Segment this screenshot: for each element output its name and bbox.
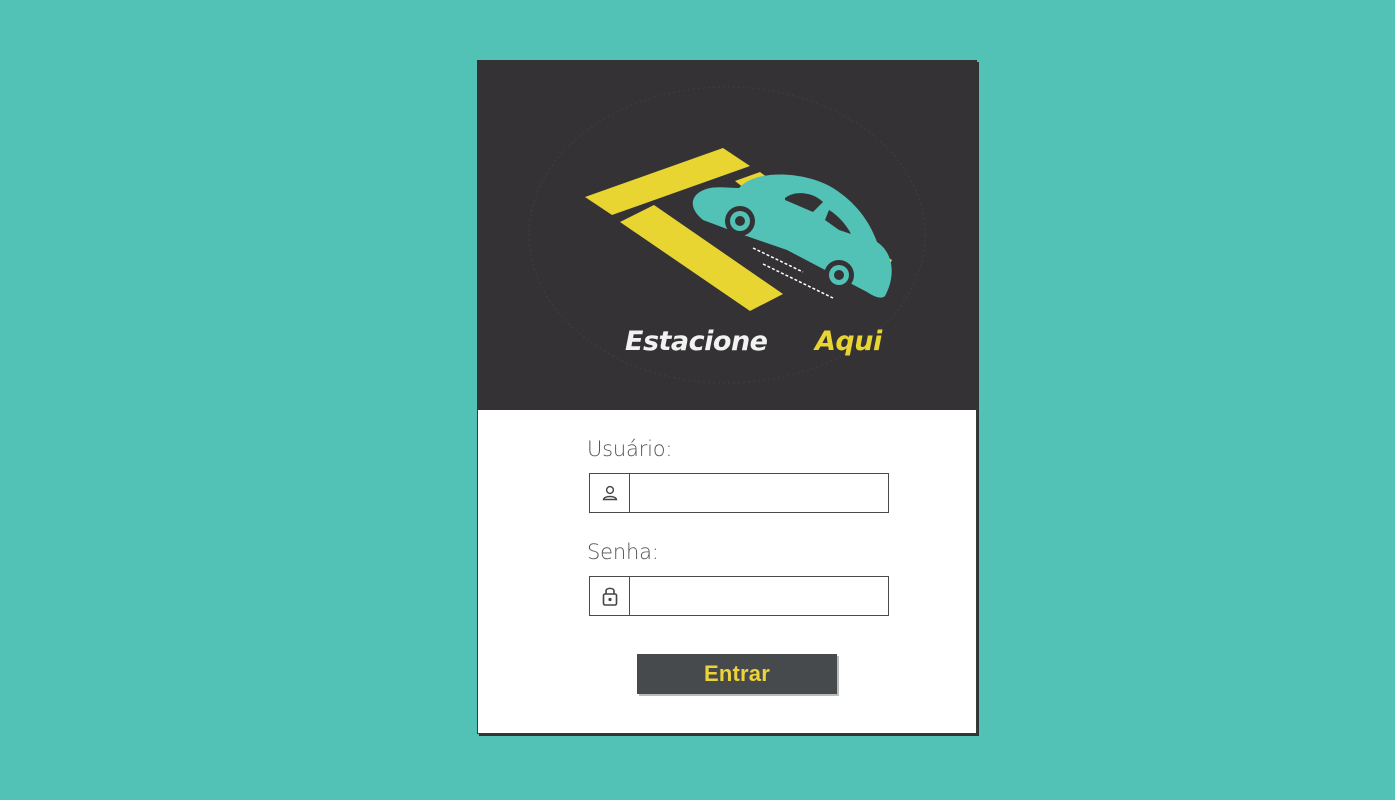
login-button[interactable]: Entrar (637, 654, 837, 694)
password-label: Senha: (587, 540, 659, 564)
user-icon (590, 474, 630, 512)
logo-word-estacione: Estacione (625, 326, 768, 357)
username-field[interactable] (589, 473, 889, 513)
login-card: Estacione Aqui Usuário: Senha: Entrar (477, 60, 977, 734)
username-group: Usuário: (587, 435, 889, 513)
submit-wrap: Entrar (637, 654, 837, 694)
password-field[interactable] (589, 576, 889, 616)
login-form: Usuário: Senha: (587, 435, 889, 616)
password-group: Senha: (587, 538, 889, 616)
username-input[interactable] (630, 474, 888, 512)
brand-logo: Estacione Aqui (528, 86, 926, 384)
logo-panel: Estacione Aqui (477, 60, 977, 410)
logo-word-aqui: Aqui (813, 326, 883, 357)
lock-icon (590, 577, 630, 615)
password-input[interactable] (630, 577, 888, 615)
username-label: Usuário: (587, 437, 673, 461)
